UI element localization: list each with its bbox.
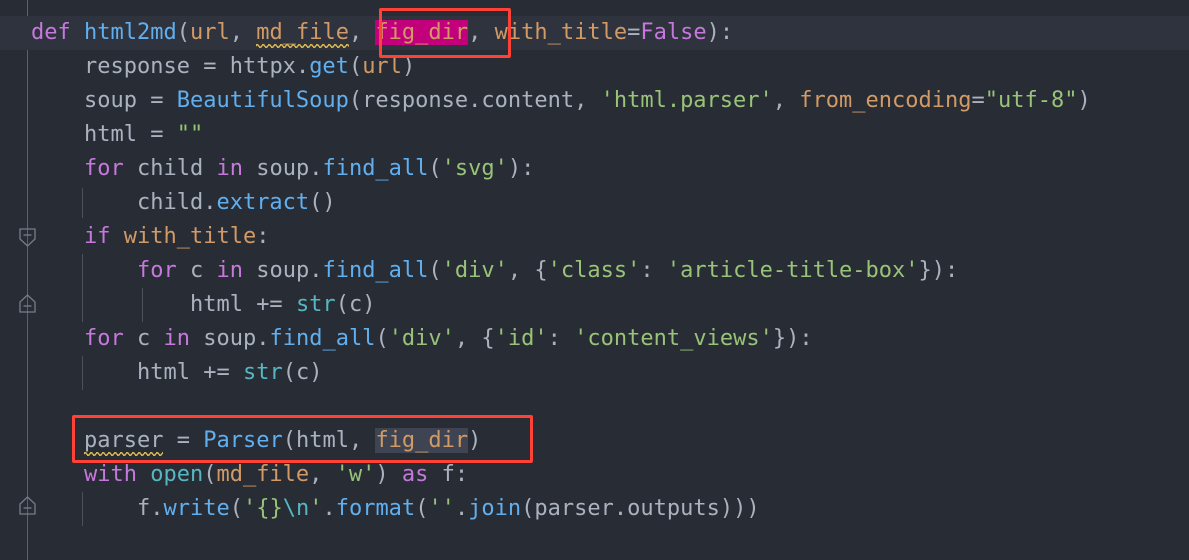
occurrence-highlight-fig-dir: fig_dir	[375, 428, 469, 453]
code-line[interactable]: f.write('{}\n'.format(''.join(parser.out…	[0, 492, 1189, 526]
code-line[interactable]: parser = Parser(html, fig_dir)	[0, 424, 1189, 458]
code-line[interactable]: response = httpx.get(url)	[0, 50, 1189, 84]
code-line[interactable]: def html2md(url, md_file, fig_dir, with_…	[0, 16, 1189, 50]
code-line[interactable]: for child in soup.find_all('svg'):	[0, 152, 1189, 186]
warning-squiggle-parser: parser	[83, 424, 164, 458]
code-line[interactable]: html += str(c)	[0, 288, 1189, 322]
code-line[interactable]: with open(md_file, 'w') as f:	[0, 458, 1189, 492]
code-line[interactable]	[0, 390, 1189, 424]
code-editor[interactable]: def html2md(url, md_file, fig_dir, with_…	[0, 0, 1189, 560]
code-line[interactable]: for c in soup.find_all('div', {'id': 'co…	[0, 322, 1189, 356]
occurrence-highlight-fig-dir: fig_dir	[375, 20, 469, 45]
code-line[interactable]: html += str(c)	[0, 356, 1189, 390]
warning-squiggle-md-file: md_file	[256, 16, 349, 50]
code-content[interactable]: def html2md(url, md_file, fig_dir, with_…	[0, 0, 1189, 560]
code-line[interactable]: html = ""	[0, 118, 1189, 152]
code-line[interactable]: child.extract()	[0, 186, 1189, 220]
code-line[interactable]: soup = BeautifulSoup(response.content, '…	[0, 84, 1189, 118]
code-line[interactable]: if with_title:	[0, 220, 1189, 254]
code-line[interactable]: for c in soup.find_all('div', {'class': …	[0, 254, 1189, 288]
